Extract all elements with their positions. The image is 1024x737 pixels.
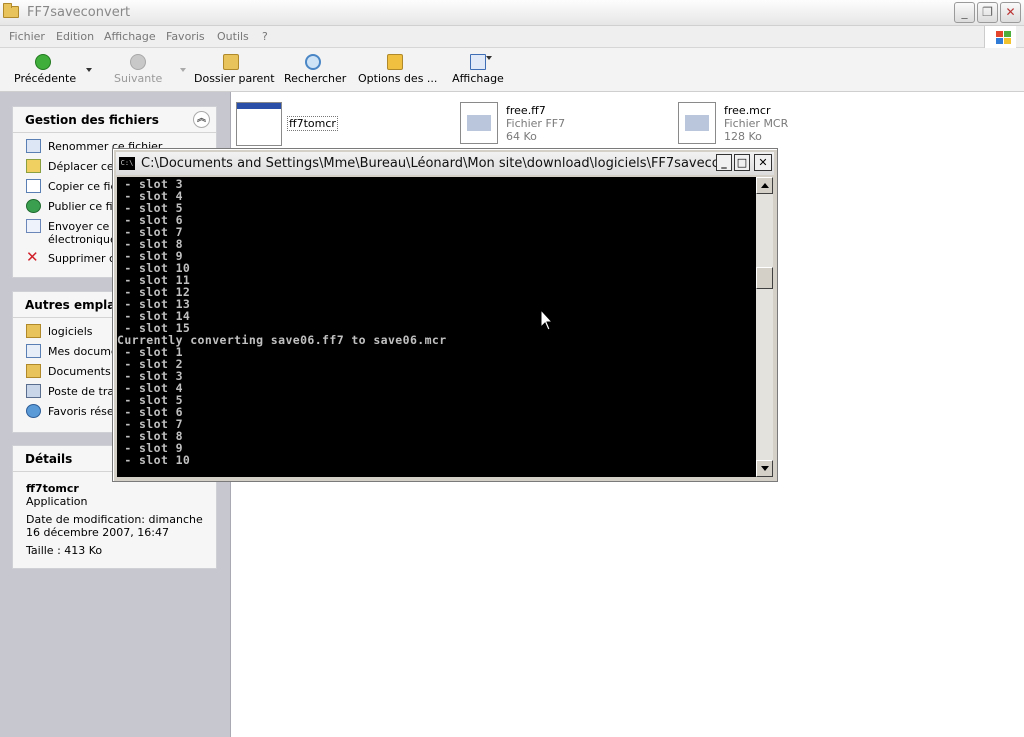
folder-options-button[interactable]: Options des ... bbox=[358, 54, 437, 90]
console-minimize-button[interactable]: _ bbox=[716, 154, 732, 171]
view-dropdown-icon[interactable] bbox=[486, 56, 492, 60]
file-name: ff7tomcr bbox=[287, 116, 338, 131]
mouse-cursor-icon bbox=[540, 309, 554, 331]
file-name: free.mcr bbox=[724, 104, 771, 117]
panel-header[interactable]: Gestion des fichiers ︽ bbox=[13, 107, 216, 133]
folder-options-icon bbox=[387, 54, 403, 70]
magnifier-icon bbox=[305, 54, 321, 70]
file-type: Fichier FF7 bbox=[506, 117, 566, 130]
green-arrow-left-icon bbox=[35, 54, 51, 70]
back-button[interactable]: Précédente bbox=[14, 54, 76, 90]
file-item-free-ff7[interactable]: free.ff7 Fichier FF7 64 Ko bbox=[458, 100, 618, 146]
windows-logo-icon bbox=[984, 26, 1016, 48]
toolbar: Précédente Suivante Dossier parent Reche… bbox=[0, 48, 1024, 92]
documents-icon bbox=[26, 344, 41, 358]
search-button[interactable]: Rechercher bbox=[284, 54, 346, 90]
parent-folder-button[interactable]: Dossier parent bbox=[194, 54, 275, 90]
console-maximize-button[interactable]: □ bbox=[734, 154, 750, 171]
folder-icon bbox=[26, 324, 41, 338]
grey-arrow-right-icon bbox=[130, 54, 146, 70]
copy-icon bbox=[26, 179, 41, 193]
forward-dropdown-icon[interactable] bbox=[180, 68, 186, 72]
file-name: free.ff7 bbox=[506, 104, 546, 117]
menu-bar: Fichier Edition Affichage Favoris Outils… bbox=[0, 26, 1024, 48]
maximize-button[interactable]: ❐ bbox=[977, 2, 998, 23]
window-controls: _ ❐ ✕ bbox=[954, 2, 1021, 23]
file-item-free-mcr[interactable]: free.mcr Fichier MCR 128 Ko bbox=[676, 100, 836, 146]
close-button[interactable]: ✕ bbox=[1000, 2, 1021, 23]
details-modified: Date de modification: dimanche 16 décemb… bbox=[26, 513, 203, 539]
console-scrollbar[interactable] bbox=[756, 177, 773, 477]
scroll-up-button[interactable] bbox=[756, 177, 773, 194]
menu-outils[interactable]: Outils bbox=[217, 30, 249, 43]
folder-icon bbox=[26, 364, 41, 378]
details-size: Taille : 413 Ko bbox=[26, 544, 103, 557]
menu-help[interactable]: ? bbox=[262, 30, 268, 43]
folder-icon bbox=[3, 3, 19, 18]
application-icon bbox=[236, 102, 282, 146]
minimize-button[interactable]: _ bbox=[954, 2, 975, 23]
scroll-down-button[interactable] bbox=[756, 460, 773, 477]
view-button[interactable]: Affichage bbox=[452, 54, 504, 90]
file-size: 128 Ko bbox=[724, 130, 762, 143]
file-icon bbox=[460, 102, 498, 144]
details-type: Application bbox=[26, 495, 88, 508]
console-window-controls: _ □ ✕ bbox=[716, 154, 772, 171]
console-close-button[interactable]: ✕ bbox=[754, 154, 772, 171]
rename-icon bbox=[26, 139, 41, 153]
computer-icon bbox=[26, 384, 41, 398]
back-dropdown-icon[interactable] bbox=[86, 68, 92, 72]
folder-up-icon bbox=[223, 54, 239, 70]
move-icon bbox=[26, 159, 41, 173]
menu-affichage[interactable]: Affichage bbox=[104, 30, 156, 43]
explorer-title-bar[interactable]: FF7saveconvert _ ❐ ✕ bbox=[0, 0, 1024, 26]
file-icon bbox=[678, 102, 716, 144]
network-icon bbox=[26, 404, 41, 418]
console-window[interactable]: C:\ C:\Documents and Settings\Mme\Bureau… bbox=[112, 148, 778, 482]
menu-edition[interactable]: Edition bbox=[56, 30, 94, 43]
menu-fichier[interactable]: Fichier bbox=[9, 30, 45, 43]
console-title-bar[interactable]: C:\ C:\Documents and Settings\Mme\Bureau… bbox=[116, 152, 774, 175]
window-title: FF7saveconvert bbox=[27, 5, 131, 20]
file-item-ff7tomcr[interactable]: ff7tomcr bbox=[236, 102, 396, 148]
forward-button[interactable]: Suivante bbox=[114, 54, 162, 90]
view-grid-icon bbox=[470, 54, 486, 70]
collapse-icon[interactable]: ︽ bbox=[193, 111, 210, 128]
file-size: 64 Ko bbox=[506, 130, 537, 143]
console-output-area[interactable]: - slot 3 - slot 4 - slot 5 - slot 6 - sl… bbox=[117, 177, 756, 477]
globe-icon bbox=[26, 199, 41, 213]
delete-x-icon: ✕ bbox=[26, 249, 39, 266]
envelope-icon bbox=[26, 219, 41, 233]
details-name: ff7tomcr bbox=[26, 482, 79, 495]
arrow-up-icon bbox=[761, 183, 769, 188]
console-icon: C:\ bbox=[119, 157, 135, 170]
menu-favoris[interactable]: Favoris bbox=[166, 30, 205, 43]
console-title: C:\Documents and Settings\Mme\Bureau\Léo… bbox=[141, 156, 721, 171]
console-output: - slot 3 - slot 4 - slot 5 - slot 6 - sl… bbox=[117, 177, 756, 466]
file-type: Fichier MCR bbox=[724, 117, 789, 130]
arrow-down-icon bbox=[761, 466, 769, 471]
scroll-thumb[interactable] bbox=[756, 267, 773, 289]
